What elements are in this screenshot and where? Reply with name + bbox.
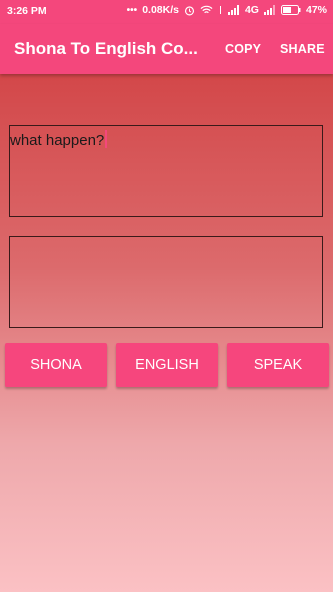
battery-icon [280, 5, 301, 15]
status-bar: 3:26 PM ••• 0.08K/s 4G 47% [0, 0, 333, 24]
data-arrows-icon [218, 5, 223, 15]
input-text-field[interactable]: what happen? [9, 125, 323, 217]
copy-button[interactable]: COPY [225, 42, 261, 56]
status-icons: ••• 0.08K/s 4G 47% [127, 4, 327, 16]
network-speed: 0.08K/s [142, 4, 179, 16]
network-type: 4G [244, 4, 259, 16]
alarm-icon [184, 5, 195, 16]
battery-level: 47% [305, 4, 327, 16]
share-button[interactable]: SHARE [280, 42, 325, 56]
status-time: 3:26 PM [7, 5, 47, 17]
signal-icon-2 [263, 5, 276, 15]
ellipsis-icon: ••• [126, 4, 138, 16]
input-text-value: what happen? [10, 130, 108, 149]
signal-icon [227, 5, 240, 15]
english-button[interactable]: ENGLISH [116, 343, 218, 387]
output-text-field[interactable] [9, 236, 323, 328]
wifi-icon [200, 5, 213, 15]
app-title: Shona To English Co... [14, 39, 198, 58]
speak-button[interactable]: SPEAK [227, 343, 329, 387]
input-value-text: what happen? [10, 132, 105, 149]
app-bar: Shona To English Co... COPY SHARE [0, 24, 333, 74]
text-cursor [105, 130, 108, 148]
shona-button[interactable]: SHONA [5, 343, 107, 387]
